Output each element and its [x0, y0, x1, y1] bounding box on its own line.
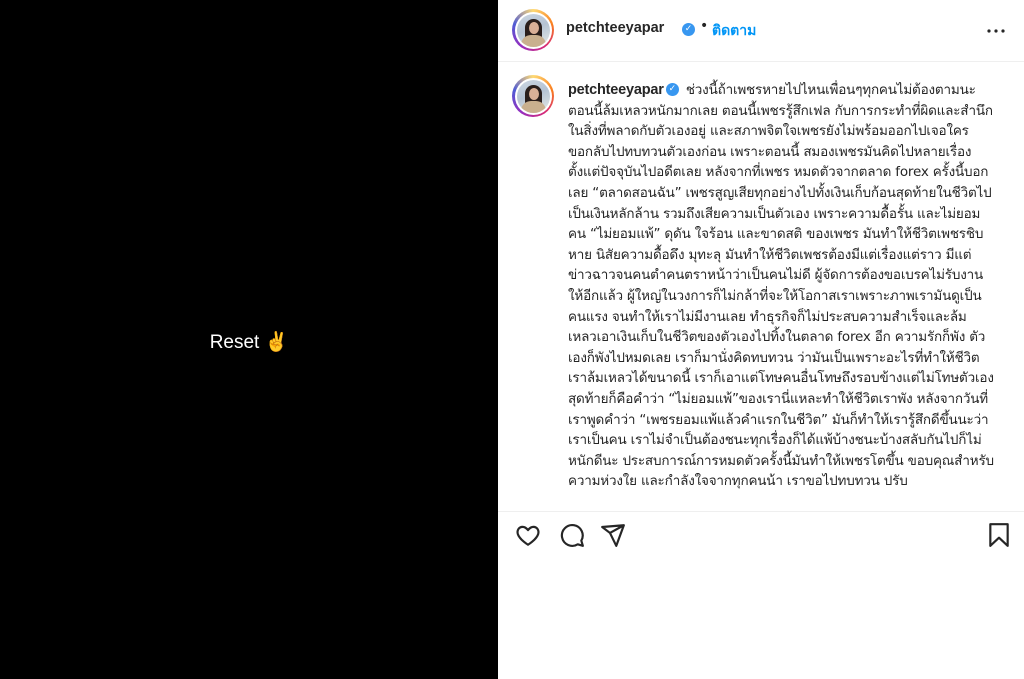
separator-dot: •	[700, 18, 709, 34]
caption-text: ช่วงนี้ถ้าเพชรหายไปไหนเพื่อนๆทุกคนไม่ต้อ…	[568, 82, 994, 490]
comment-icon[interactable]	[559, 522, 585, 548]
post-detail-panel: petchteeyapar ✓ • ติดตาม petchteeyapar ✓ …	[498, 0, 1024, 679]
author-avatar[interactable]	[512, 9, 554, 51]
post-media[interactable]: Reset ✌️	[0, 0, 498, 679]
heart-icon[interactable]	[515, 522, 541, 548]
author-username[interactable]: petchteeyapar	[566, 20, 664, 36]
post-header: petchteeyapar ✓ • ติดตาม	[498, 0, 1024, 62]
caption-scroll-area[interactable]: petchteeyapar ✓ ช่วงนี้ถ้าเพชรหายไปไหนเพื…	[498, 63, 1024, 511]
send-icon[interactable]	[600, 522, 626, 548]
more-horizontal-icon[interactable]	[984, 19, 1008, 43]
media-overlay-text: Reset ✌️	[209, 331, 289, 353]
verified-badge-icon: ✓	[665, 82, 679, 96]
post-actions-bar	[498, 512, 1024, 558]
bookmark-icon[interactable]	[986, 522, 1012, 548]
post-caption: petchteeyapar ✓ ช่วงนี้ถ้าเพชรหายไปไหนเพื…	[568, 80, 994, 492]
follow-button[interactable]: ติดตาม	[712, 20, 756, 42]
caption-author-avatar[interactable]	[512, 75, 554, 117]
verified-badge-icon: ✓	[682, 23, 695, 36]
caption-username[interactable]: petchteeyapar	[568, 82, 664, 98]
